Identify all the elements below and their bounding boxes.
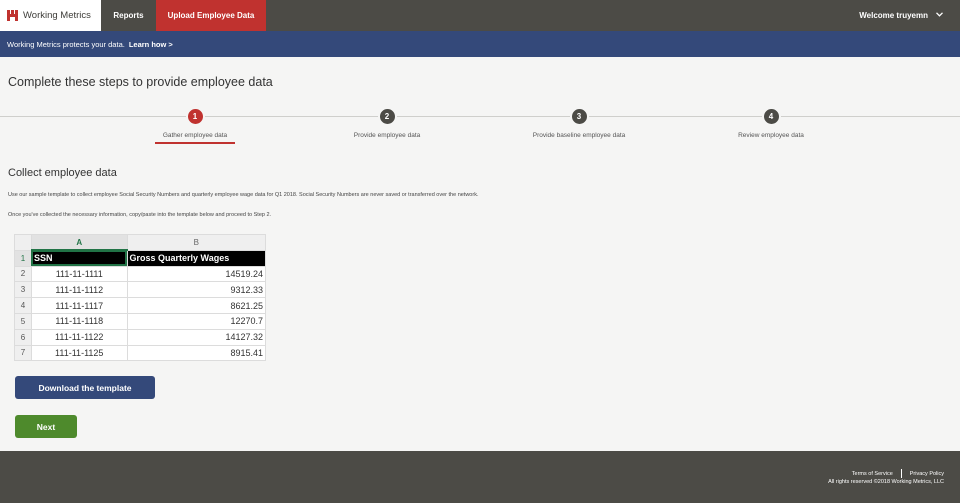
footer-links: Terms of Service Privacy Policy bbox=[852, 469, 944, 478]
copyright-text: All rights reserved ©2018 Working Metric… bbox=[828, 479, 944, 485]
step-label: Review employee data bbox=[738, 132, 804, 139]
next-button[interactable]: Next bbox=[15, 415, 77, 438]
instructions-text: Use our sample template to collect emplo… bbox=[8, 192, 479, 198]
brand-name: Working Metrics bbox=[23, 10, 91, 21]
working-metrics-logo-icon bbox=[7, 10, 18, 21]
row-number: 4 bbox=[14, 297, 32, 314]
wage-cell: 9312.33 bbox=[126, 281, 267, 299]
section-title: Collect employee data bbox=[8, 167, 117, 179]
terms-of-service-link[interactable]: Terms of Service bbox=[852, 471, 893, 477]
step-label: Gather employee data bbox=[162, 132, 228, 139]
wage-cell: 14127.32 bbox=[126, 328, 267, 346]
row-number: 5 bbox=[14, 312, 32, 330]
welcome-text: Welcome truyemn bbox=[859, 11, 928, 20]
top-navigation-bar: Working Metrics Reports Upload Employee … bbox=[0, 0, 960, 31]
nav-upload-employee-data-link[interactable]: Upload Employee Data bbox=[156, 0, 266, 31]
row-number: 1 bbox=[14, 249, 32, 267]
user-menu[interactable]: Welcome truyemn bbox=[859, 0, 943, 31]
wage-cell: 12270.7 bbox=[126, 312, 267, 330]
row-number: 3 bbox=[14, 281, 32, 299]
wage-cell: 8621.25 bbox=[126, 297, 267, 314]
ssn-cell: 111-11-1117 bbox=[30, 297, 128, 314]
column-header-a: A bbox=[30, 234, 128, 252]
table-row: 5 111-11-1118 12270.7 bbox=[14, 312, 267, 330]
step-label: Provide employee data bbox=[353, 132, 421, 139]
table-row: 7 111-11-1125 8915.41 bbox=[14, 344, 267, 362]
sample-spreadsheet: A B 1 SSN Gross Quarterly Wages 2 111-11… bbox=[14, 234, 267, 362]
learn-how-link[interactable]: Learn how > bbox=[129, 40, 173, 49]
header-cell-ssn: SSN bbox=[30, 249, 128, 267]
step-label: Provide baseline employee data bbox=[532, 132, 626, 139]
ssn-cell: 111-11-1118 bbox=[30, 312, 128, 330]
ssn-cell: 111-11-1122 bbox=[30, 328, 128, 346]
step-number: 1 bbox=[185, 107, 205, 126]
wage-cell: 14519.24 bbox=[126, 265, 267, 283]
active-step-underline bbox=[155, 142, 235, 144]
table-row: 3 111-11-1112 9312.33 bbox=[14, 281, 267, 299]
row-number: 6 bbox=[14, 328, 32, 346]
footer-divider bbox=[900, 469, 902, 478]
wage-cell: 8915.41 bbox=[126, 344, 267, 362]
row-number: 7 bbox=[14, 344, 32, 362]
ssn-cell: 111-11-1125 bbox=[30, 344, 128, 362]
row-number: 2 bbox=[14, 265, 32, 283]
table-row: 2 111-11-1111 14519.24 bbox=[14, 265, 267, 283]
privacy-policy-link[interactable]: Privacy Policy bbox=[910, 471, 944, 477]
step-number: 3 bbox=[569, 107, 589, 126]
brand-logo[interactable]: Working Metrics bbox=[0, 0, 101, 31]
sheet-corner bbox=[14, 234, 32, 251]
security-banner: Working Metrics protects your data. Lear… bbox=[0, 31, 960, 57]
download-template-button[interactable]: Download the template bbox=[15, 376, 155, 399]
nav-reports-link[interactable]: Reports bbox=[101, 0, 156, 31]
table-row: 6 111-11-1122 14127.32 bbox=[14, 328, 267, 346]
step-1-gather[interactable]: 1 Gather employee data bbox=[115, 107, 275, 144]
step-number: 4 bbox=[761, 107, 781, 126]
page-title: Complete these steps to provide employee… bbox=[8, 75, 273, 89]
footer: Terms of Service Privacy Policy All righ… bbox=[0, 451, 960, 503]
column-header-b: B bbox=[126, 234, 267, 251]
step-4-review[interactable]: 4 Review employee data bbox=[691, 107, 851, 139]
chevron-down-icon bbox=[936, 12, 943, 19]
header-cell-wages: Gross Quarterly Wages bbox=[126, 249, 267, 267]
banner-text: Working Metrics protects your data. bbox=[7, 39, 125, 49]
instructions-text-2: Once you've collected the necessary info… bbox=[8, 212, 272, 218]
ssn-cell: 111-11-1112 bbox=[30, 281, 128, 299]
table-row: 4 111-11-1117 8621.25 bbox=[14, 297, 267, 314]
step-2-provide[interactable]: 2 Provide employee data bbox=[307, 107, 467, 139]
step-3-baseline[interactable]: 3 Provide baseline employee data bbox=[499, 107, 659, 139]
ssn-cell: 111-11-1111 bbox=[30, 265, 128, 283]
step-number: 2 bbox=[377, 107, 397, 126]
